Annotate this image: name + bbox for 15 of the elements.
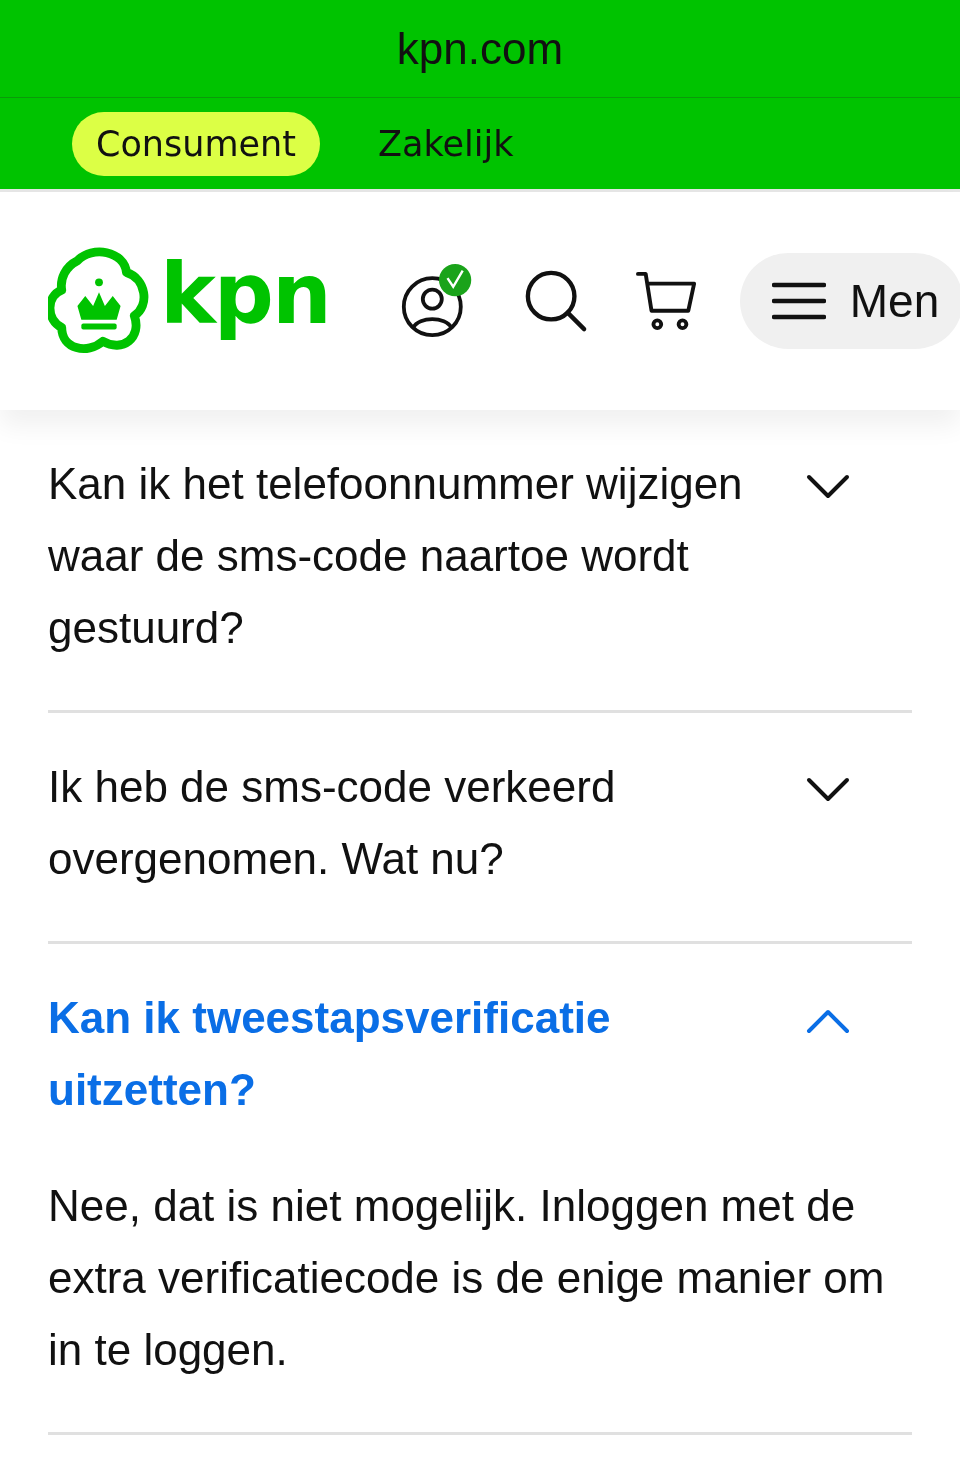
cart-icon[interactable] <box>635 270 698 332</box>
faq-answer: Nee, dat is niet mogelijk. Inloggen met de extra verificatiecode is de enige manier om in te loggen. <box>48 1180 886 1376</box>
chevron-down-icon[interactable] <box>806 777 850 803</box>
menu-icon <box>771 281 826 321</box>
chevron-down-icon[interactable] <box>806 474 850 500</box>
faq-question[interactable]: Kan ik het telefoonnummer wijzigen waar de sms-code naartoe wordt gestuurd? <box>48 448 748 664</box>
faq-question[interactable]: Kan ik tweestapsverificatie uitzetten? <box>48 982 748 1126</box>
address-bar[interactable]: kpn.com <box>0 0 960 98</box>
menu-button[interactable]: Men <box>739 253 960 349</box>
chevron-up-icon[interactable] <box>806 1008 850 1034</box>
search-icon[interactable] <box>523 269 588 333</box>
faq-question[interactable]: Ik heb de sms-code verkeerd overgenomen. Wat nu? <box>48 751 748 895</box>
segment-tab[interactable]: Consument <box>72 111 320 176</box>
segment-tab[interactable]: Zakelijk <box>354 111 538 176</box>
url-text: kpn.com <box>396 23 564 74</box>
